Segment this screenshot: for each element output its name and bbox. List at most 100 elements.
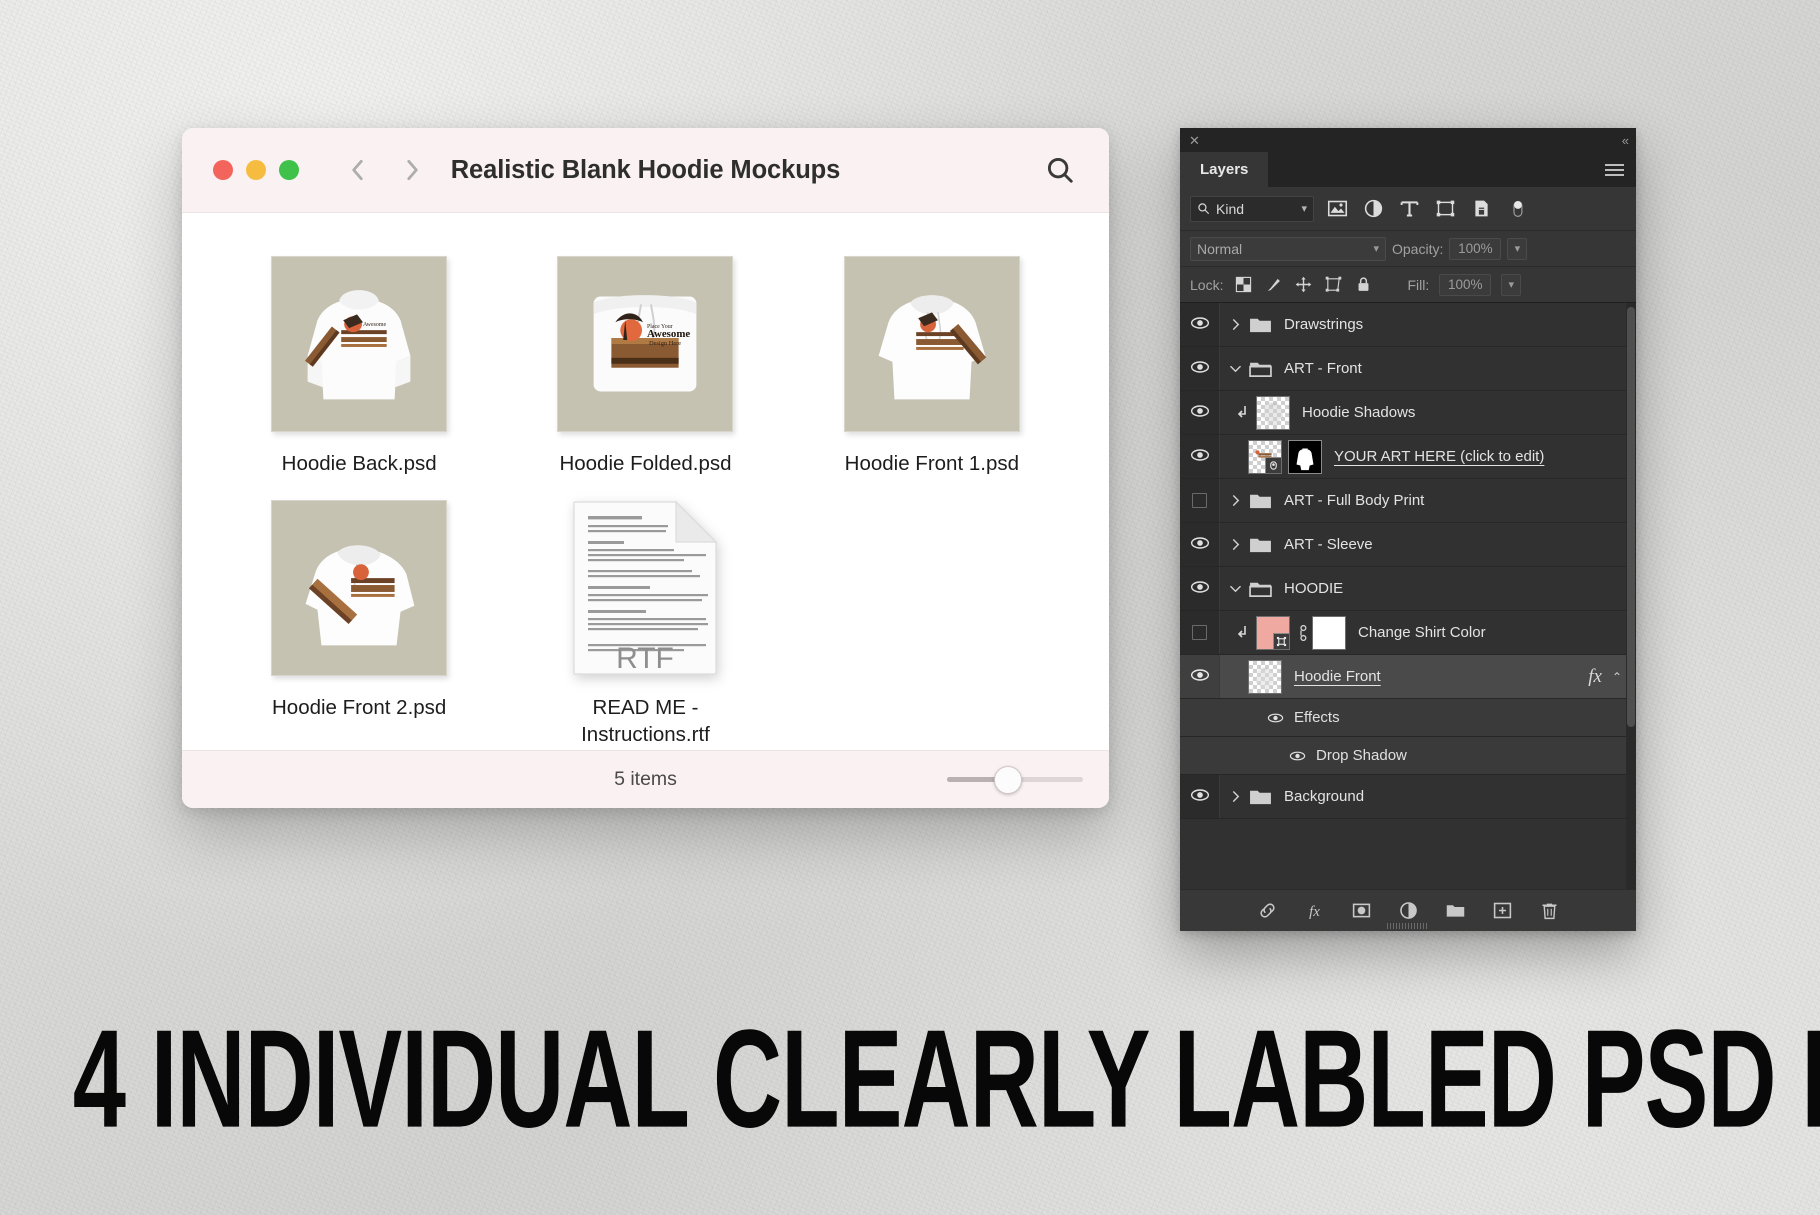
kind-filter-select[interactable]: Kind ▾: [1190, 196, 1314, 222]
layers-scrollbar[interactable]: [1626, 303, 1636, 889]
file-item[interactable]: Place Your Awesome Design Here Hoodie Fo…: [502, 255, 788, 477]
fill-chevron-down-icon[interactable]: ▾: [1501, 274, 1521, 296]
effects-label: Effects: [1294, 709, 1340, 726]
layer-visibility-toggle[interactable]: [1180, 479, 1220, 522]
chevron-right-icon[interactable]: [1228, 539, 1242, 550]
file-item[interactable]: Hoodie Front 2.psd: [216, 499, 502, 748]
layer-name[interactable]: YOUR ART HERE (click to edit): [1334, 448, 1544, 465]
finder-titlebar: Realistic Blank Hoodie Mockups: [182, 128, 1109, 213]
icon-size-slider[interactable]: [947, 771, 1083, 789]
layer-row[interactable]: ART - Sleeve: [1180, 523, 1636, 567]
filter-toggle-switch[interactable]: [1504, 196, 1530, 222]
file-label: Hoodie Folded.psd: [559, 450, 731, 477]
effect-row[interactable]: Drop Shadow: [1180, 737, 1636, 775]
forward-button[interactable]: [399, 157, 425, 183]
new-layer-icon[interactable]: [1490, 899, 1514, 923]
folder-open-icon: [1249, 579, 1272, 598]
folder-closed-icon: [1249, 315, 1272, 334]
layer-visibility-toggle[interactable]: [1180, 347, 1220, 390]
clipping-mask-arrow-icon: [1234, 625, 1250, 640]
layer-visibility-toggle[interactable]: [1180, 567, 1220, 610]
layer-name: Hoodie Shadows: [1302, 404, 1415, 421]
hamburger-menu-icon[interactable]: [1605, 152, 1636, 187]
lock-all-icon[interactable]: [1353, 275, 1373, 295]
layer-mask-thumbnail[interactable]: [1312, 616, 1346, 650]
file-item[interactable]: Awesome Hoodie Back.psd: [216, 255, 502, 477]
chevron-right-icon[interactable]: [1228, 791, 1242, 802]
layer-mask-thumbnail[interactable]: [1288, 440, 1322, 474]
scrollbar-thumb[interactable]: [1627, 307, 1635, 727]
solid-color-thumbnail[interactable]: [1256, 616, 1290, 650]
effect-visibility-toggle[interactable]: [1286, 749, 1308, 763]
fill-input[interactable]: 100%: [1439, 274, 1491, 296]
layer-row[interactable]: Background: [1180, 775, 1636, 819]
mask-link-icon[interactable]: [1293, 625, 1309, 641]
layer-row[interactable]: ART - Front: [1180, 347, 1636, 391]
layer-row[interactable]: ART - Full Body Print: [1180, 479, 1636, 523]
layer-row[interactable]: Change Shirt Color: [1180, 611, 1636, 655]
add-layer-style-icon[interactable]: fx: [1302, 899, 1326, 923]
link-layers-icon[interactable]: [1255, 899, 1279, 923]
chevron-down-icon[interactable]: [1228, 363, 1242, 374]
layer-visibility-toggle[interactable]: [1180, 435, 1220, 478]
search-icon[interactable]: [1045, 155, 1075, 185]
layer-thumbnail[interactable]: [1248, 660, 1282, 694]
layer-row[interactable]: Hoodie Front fx ⌃: [1180, 655, 1636, 699]
chevron-down-icon: ▾: [1373, 242, 1379, 255]
layer-thumbnail[interactable]: [1248, 440, 1282, 474]
lock-transparent-pixels-icon[interactable]: [1233, 275, 1253, 295]
layer-row[interactable]: YOUR ART HERE (click to edit): [1180, 435, 1636, 479]
delete-layer-icon[interactable]: [1537, 899, 1561, 923]
zoom-button[interactable]: [279, 160, 299, 180]
new-group-icon[interactable]: [1443, 899, 1467, 923]
chevron-right-icon[interactable]: [1228, 319, 1242, 330]
layer-visibility-toggle[interactable]: [1180, 391, 1220, 434]
hoodie-front-2-thumbnail: [271, 500, 447, 676]
file-thumbnail: Awesome: [270, 255, 448, 433]
pixel-layer-filter-icon[interactable]: [1324, 196, 1350, 222]
eye-icon: [1190, 313, 1210, 336]
smart-object-filter-icon[interactable]: [1468, 196, 1494, 222]
fx-icon[interactable]: fx: [1588, 666, 1602, 688]
close-icon[interactable]: ✕: [1189, 134, 1200, 147]
close-button[interactable]: [213, 160, 233, 180]
chevron-down-icon[interactable]: [1228, 583, 1242, 594]
shape-layer-filter-icon[interactable]: [1432, 196, 1458, 222]
blend-mode-select[interactable]: Normal ▾: [1190, 237, 1386, 261]
chevron-up-icon[interactable]: ⌃: [1612, 670, 1622, 684]
layer-visibility-toggle[interactable]: [1180, 523, 1220, 566]
eye-icon: [1190, 785, 1210, 808]
lock-artboard-nesting-icon[interactable]: [1323, 275, 1343, 295]
chevron-right-icon[interactable]: [1228, 495, 1242, 506]
effects-visibility-toggle[interactable]: [1264, 711, 1286, 725]
layer-visibility-toggle[interactable]: [1180, 611, 1220, 654]
panel-resize-gripper[interactable]: [1387, 923, 1429, 929]
layer-visibility-toggle[interactable]: [1180, 655, 1220, 698]
lock-position-icon[interactable]: [1293, 275, 1313, 295]
layer-thumbnail[interactable]: [1256, 396, 1290, 430]
file-label: Hoodie Back.psd: [282, 450, 437, 477]
opacity-input[interactable]: 100%: [1449, 238, 1501, 260]
minimize-button[interactable]: [246, 160, 266, 180]
eye-off-icon: [1192, 493, 1207, 508]
type-layer-filter-icon[interactable]: [1396, 196, 1422, 222]
layer-name[interactable]: Hoodie Front: [1294, 668, 1381, 685]
lock-image-pixels-icon[interactable]: [1263, 275, 1283, 295]
window-traffic-lights: [213, 160, 299, 180]
collapse-panel-icon[interactable]: «: [1622, 133, 1627, 148]
layer-row[interactable]: Hoodie Shadows: [1180, 391, 1636, 435]
layer-visibility-toggle[interactable]: [1180, 775, 1220, 818]
layer-row[interactable]: HOODIE: [1180, 567, 1636, 611]
layer-visibility-toggle[interactable]: [1180, 303, 1220, 346]
back-button[interactable]: [345, 157, 371, 183]
file-item[interactable]: RTF READ ME - Instructions.rtf: [502, 499, 788, 748]
effects-header-row[interactable]: Effects: [1180, 699, 1636, 737]
slider-knob[interactable]: [994, 766, 1022, 794]
file-item[interactable]: Hoodie Front 1.psd: [789, 255, 1075, 477]
new-adjustment-layer-icon[interactable]: [1396, 899, 1420, 923]
add-layer-mask-icon[interactable]: [1349, 899, 1373, 923]
tab-layers[interactable]: Layers: [1180, 152, 1268, 187]
adjustment-layer-filter-icon[interactable]: [1360, 196, 1386, 222]
opacity-chevron-down-icon[interactable]: ▾: [1507, 238, 1527, 260]
layer-row[interactable]: Drawstrings: [1180, 303, 1636, 347]
